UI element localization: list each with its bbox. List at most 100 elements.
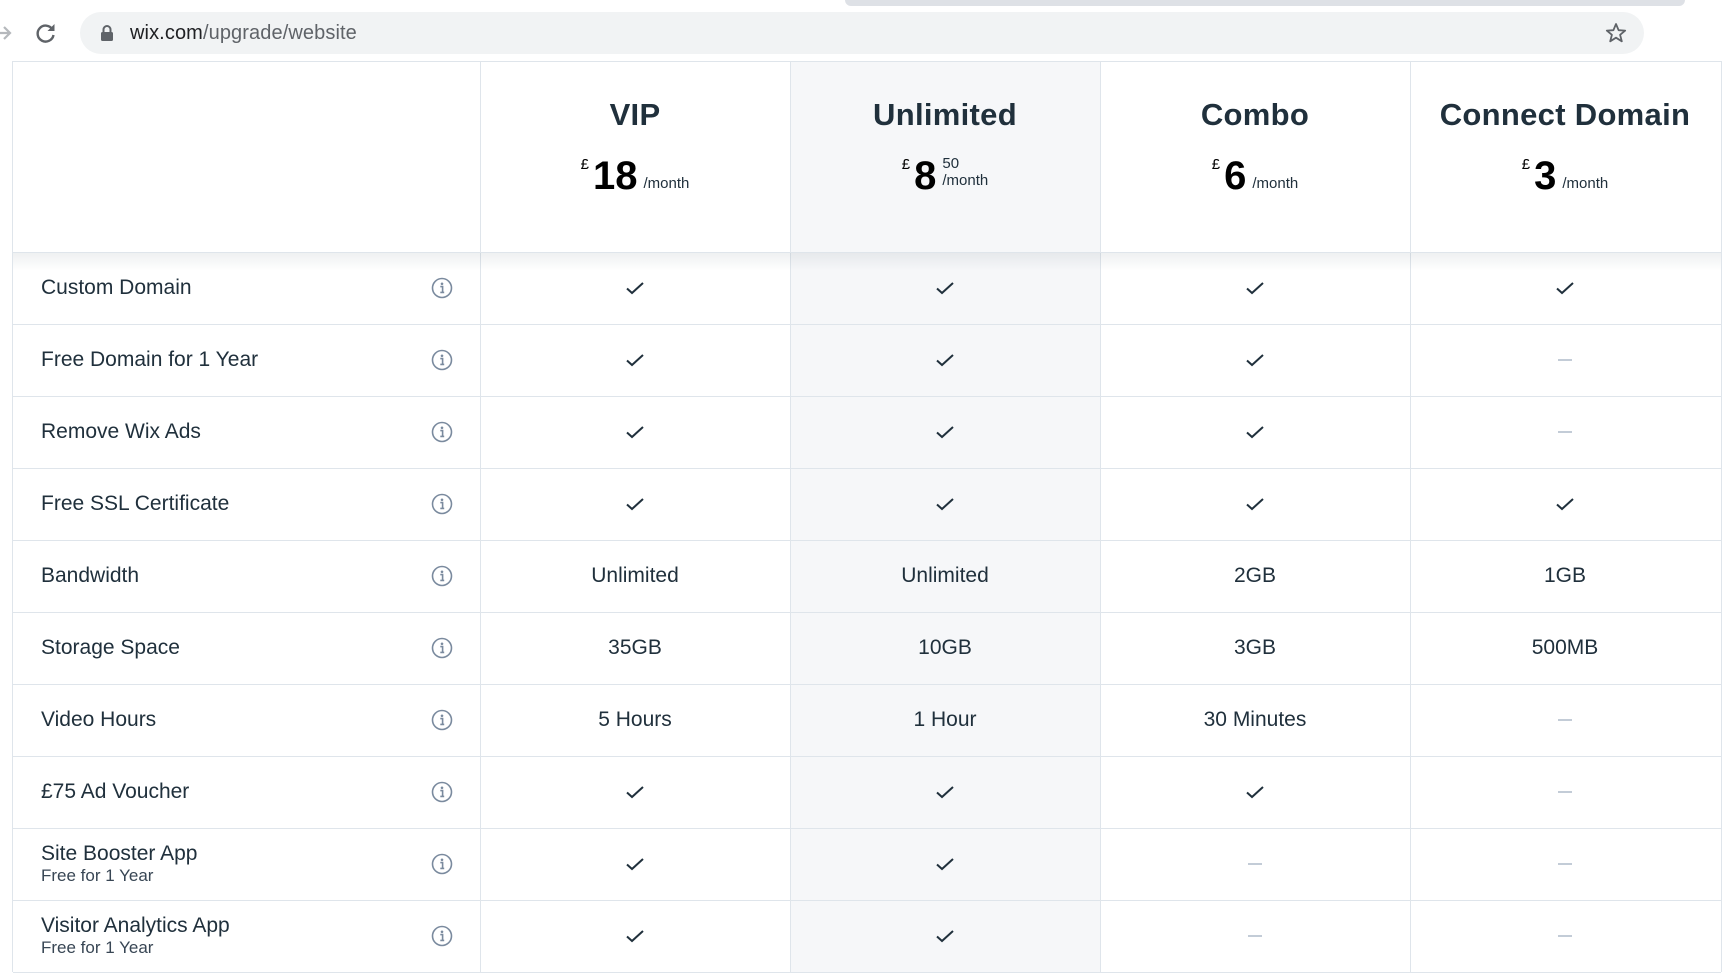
cell-vip — [480, 900, 790, 972]
info-icon[interactable] — [431, 709, 453, 731]
cell-combo — [1100, 756, 1410, 828]
cell-value: 1GB — [1543, 564, 1587, 587]
info-icon[interactable] — [431, 277, 453, 299]
feature-row: Remove Wix Ads — [13, 396, 1721, 469]
forward-arrow-icon — [0, 26, 12, 40]
checkmark-icon — [626, 354, 644, 367]
url-path: /upgrade/website — [202, 22, 357, 44]
info-icon[interactable] — [431, 781, 453, 803]
plan-header-unlimited[interactable]: Unlimited £ 8 50 /month — [790, 62, 1100, 252]
address-bar[interactable]: wix.com/upgrade/website — [80, 12, 1644, 54]
cell-combo — [1100, 324, 1410, 396]
info-icon[interactable] — [431, 925, 453, 947]
checkmark-icon — [626, 930, 644, 943]
checkmark-icon — [936, 354, 954, 367]
checkmark-icon — [1246, 354, 1264, 367]
price-amount: 6 — [1224, 154, 1247, 198]
cell-connect-domain — [1410, 900, 1720, 972]
cell-value: 35GB — [608, 636, 662, 659]
feature-subtitle: Free for 1 Year — [41, 866, 154, 885]
cell-combo — [1100, 828, 1410, 900]
feature-label: Video Hours — [41, 684, 156, 756]
info-icon[interactable] — [431, 637, 453, 659]
feature-label: Free Domain for 1 Year — [41, 324, 258, 396]
feature-row: Visitor Analytics App Free for 1 Year — [13, 900, 1721, 973]
cell-connect-domain: 1GB — [1410, 540, 1720, 612]
cell-connect-domain — [1410, 684, 1720, 756]
reload-button[interactable] — [34, 21, 58, 45]
plan-price: £ 8 50 /month — [790, 154, 1100, 204]
reload-icon — [36, 24, 55, 43]
not-included-dash-icon — [1558, 359, 1572, 361]
cell-value: Unlimited — [901, 564, 989, 587]
cell-combo — [1100, 468, 1410, 540]
cell-value: Unlimited — [591, 564, 679, 587]
feature-label: Free SSL Certificate — [41, 468, 229, 540]
feature-label: Remove Wix Ads — [41, 396, 201, 468]
price-currency: £ — [1521, 156, 1531, 173]
feature-title: Video Hours — [41, 708, 157, 731]
checkmark-icon — [936, 930, 954, 943]
tab-strip — [845, 0, 1685, 6]
cell-connect-domain — [1410, 468, 1720, 540]
cell-unlimited — [790, 324, 1100, 396]
feature-title: Custom Domain — [41, 276, 192, 299]
plan-price: £ 6 /month — [1100, 154, 1410, 204]
cell-value: 2GB — [1233, 564, 1277, 587]
url-text[interactable]: wix.com/upgrade/website — [130, 22, 357, 44]
cell-unlimited — [790, 756, 1100, 828]
info-icon[interactable] — [431, 565, 453, 587]
info-icon[interactable] — [431, 349, 453, 371]
cell-vip — [480, 756, 790, 828]
cell-unlimited — [790, 252, 1100, 324]
cell-unlimited — [790, 468, 1100, 540]
price-period: /month — [643, 175, 690, 192]
checkmark-icon — [1246, 498, 1264, 511]
forward-button[interactable] — [0, 22, 14, 44]
bookmark-star-icon[interactable] — [1604, 21, 1628, 45]
cell-vip: Unlimited — [480, 540, 790, 612]
plan-header-vip[interactable]: VIP £ 18 /month — [480, 62, 790, 252]
feature-label: Bandwidth — [41, 540, 139, 612]
cell-combo — [1100, 396, 1410, 468]
plan-header-connect-domain[interactable]: Connect Domain £ 3 /month — [1410, 62, 1720, 252]
not-included-dash-icon — [1558, 935, 1572, 937]
cell-combo: 3GB — [1100, 612, 1410, 684]
checkmark-icon — [626, 498, 644, 511]
not-included-dash-icon — [1248, 863, 1262, 865]
feature-label: Custom Domain — [41, 252, 192, 324]
cell-unlimited — [790, 828, 1100, 900]
feature-label: Visitor Analytics App Free for 1 Year — [41, 900, 230, 972]
price-amount: 18 — [592, 154, 638, 198]
info-icon[interactable] — [431, 853, 453, 875]
not-included-dash-icon — [1558, 791, 1572, 793]
feature-label: Storage Space — [41, 612, 180, 684]
info-icon[interactable] — [431, 493, 453, 515]
cell-connect-domain — [1410, 324, 1720, 396]
price-cents: 50 — [942, 155, 960, 172]
price-currency: £ — [1211, 156, 1221, 173]
cell-value: 3GB — [1233, 636, 1277, 659]
plan-price: £ 3 /month — [1410, 154, 1720, 204]
cell-value: 10GB — [918, 636, 972, 659]
checkmark-icon — [626, 282, 644, 295]
info-icon[interactable] — [431, 421, 453, 443]
plan-price: £ 18 /month — [480, 154, 790, 204]
checkmark-icon — [626, 858, 644, 871]
feature-title: Visitor Analytics App — [41, 914, 230, 937]
cell-combo — [1100, 900, 1410, 972]
price-period: /month — [942, 172, 989, 189]
cell-unlimited — [790, 396, 1100, 468]
checkmark-icon — [1246, 426, 1264, 439]
feature-row: Free Domain for 1 Year — [13, 324, 1721, 397]
cell-combo: 2GB — [1100, 540, 1410, 612]
plan-header-combo[interactable]: Combo £ 6 /month — [1100, 62, 1410, 252]
feature-row: Bandwidth Unlimited Unlimited 2GB 1GB — [13, 540, 1721, 613]
feature-title: £75 Ad Voucher — [41, 780, 190, 803]
checkmark-icon — [936, 282, 954, 295]
cell-connect-domain — [1410, 828, 1720, 900]
price-period: /month — [1562, 175, 1609, 192]
feature-row: Custom Domain — [13, 252, 1721, 325]
cell-value: 30 Minutes — [1203, 708, 1307, 731]
feature-subtitle: Free for 1 Year — [41, 938, 154, 957]
